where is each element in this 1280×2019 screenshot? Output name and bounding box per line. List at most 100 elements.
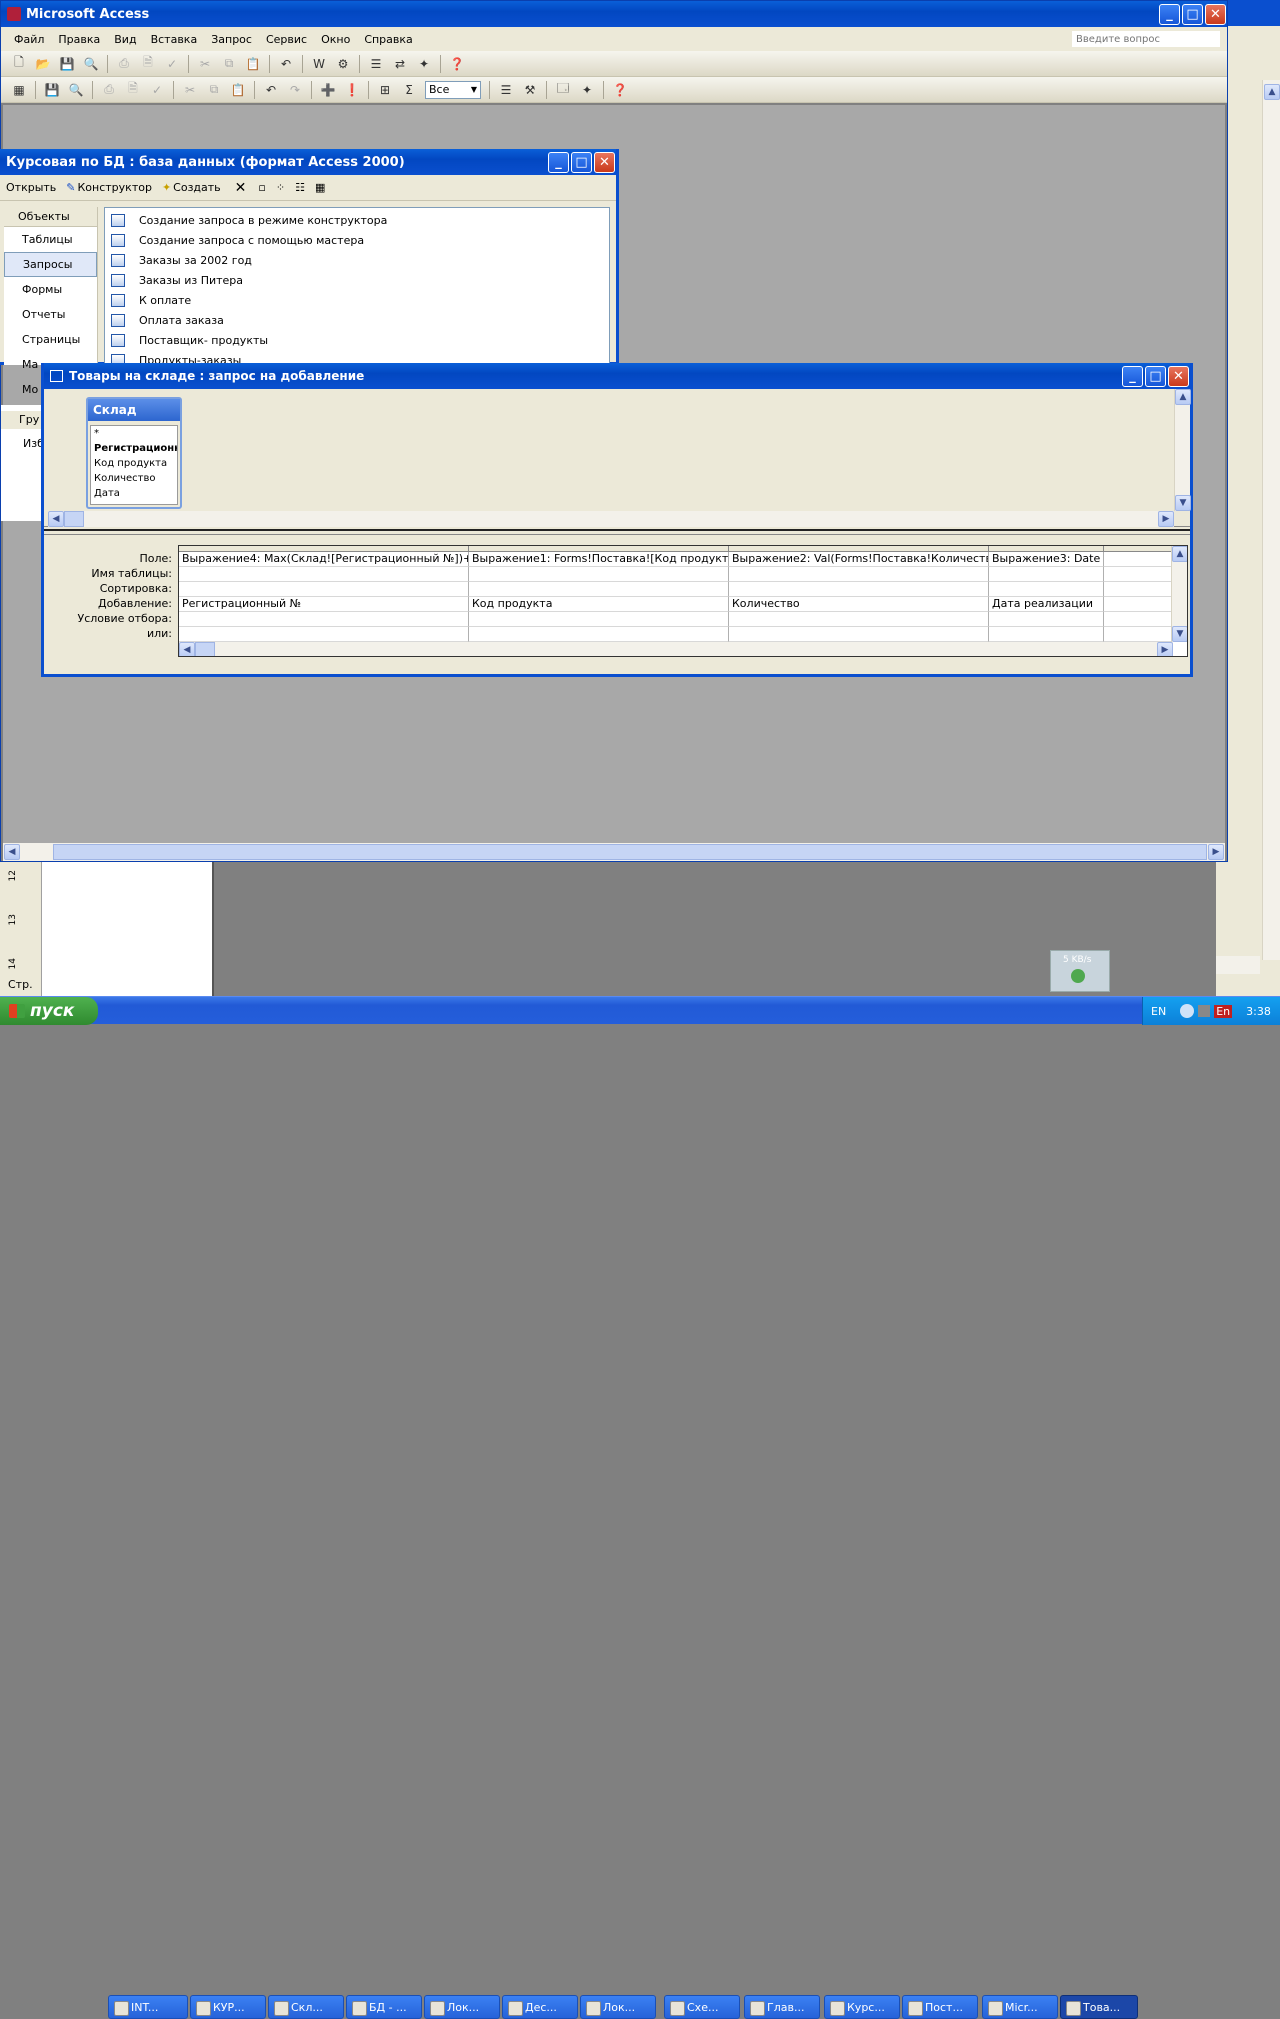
- show-table-icon[interactable]: ⊞: [375, 80, 395, 100]
- top-values-select[interactable]: Все ▼: [425, 80, 481, 99]
- spelling-icon[interactable]: ✓: [147, 80, 167, 100]
- objects-pages[interactable]: Страницы: [4, 327, 97, 352]
- paste-icon[interactable]: 📋: [228, 80, 248, 100]
- open-icon[interactable]: 📂: [33, 54, 53, 74]
- groups-favorites[interactable]: Изб: [1, 437, 44, 450]
- database-window-titlebar[interactable]: Курсовая по БД : база данных (формат Acc…: [0, 149, 616, 175]
- help-icon[interactable]: ❓: [447, 54, 467, 74]
- list-icon[interactable]: ☷: [295, 181, 305, 194]
- large-icons-icon[interactable]: ▫: [258, 181, 265, 194]
- col-selector[interactable]: [179, 546, 469, 551]
- table-cell[interactable]: [989, 567, 1104, 582]
- view-icon[interactable]: ▦: [9, 80, 29, 100]
- objects-reports[interactable]: Отчеты: [4, 302, 97, 327]
- preview-icon[interactable]: 🗎: [123, 80, 143, 100]
- field-cell[interactable]: Выражение1: Forms!Поставка![Код продукта…: [469, 552, 729, 567]
- objects-tables[interactable]: Таблицы: [4, 227, 97, 252]
- menu-window[interactable]: Окно: [314, 33, 357, 46]
- scroll-down-arrow[interactable]: ▼: [1172, 626, 1187, 642]
- scroll-left-arrow[interactable]: ◀: [179, 642, 195, 656]
- or-cell[interactable]: [729, 627, 989, 642]
- table-pane-vscroll[interactable]: ▲ ▼: [1174, 389, 1191, 511]
- tray-back-icon[interactable]: [1180, 1004, 1195, 1018]
- bg-right-hscroll[interactable]: [1216, 956, 1260, 974]
- taskbar-item[interactable]: Лок...: [424, 1995, 500, 2019]
- properties-icon[interactable]: ☰: [366, 54, 386, 74]
- cut-icon[interactable]: ✂: [195, 54, 215, 74]
- query-item[interactable]: Поставщик- продукты: [105, 330, 609, 350]
- field-reg-no[interactable]: Регистрационнь: [94, 441, 177, 456]
- details-icon[interactable]: ▦: [315, 181, 325, 194]
- sort-cell[interactable]: [1104, 582, 1174, 597]
- tray-sound-icon[interactable]: [1198, 1005, 1211, 1017]
- help-icon[interactable]: ❓: [610, 80, 630, 100]
- menu-edit[interactable]: Правка: [51, 33, 107, 46]
- bg-right-scrollbar[interactable]: ▲: [1262, 80, 1280, 960]
- scroll-thumb[interactable]: [53, 844, 1207, 860]
- taskbar-item[interactable]: КУР...: [190, 1995, 266, 2019]
- criteria-cell[interactable]: [1104, 612, 1174, 627]
- scroll-down-arrow[interactable]: ▼: [1175, 495, 1191, 511]
- taskbar-item-active[interactable]: Това...: [1060, 1995, 1138, 2019]
- table-cell[interactable]: [729, 567, 989, 582]
- field-all[interactable]: *: [94, 426, 177, 441]
- small-icons-icon[interactable]: ⁘: [276, 181, 285, 194]
- qbe-vscroll[interactable]: ▲ ▼: [1171, 546, 1187, 642]
- db-close-button[interactable]: ✕: [594, 152, 615, 173]
- scroll-left-arrow[interactable]: ◀: [48, 511, 64, 527]
- table-cell[interactable]: [469, 567, 729, 582]
- col-selector[interactable]: [1104, 546, 1174, 551]
- new-icon[interactable]: 🗋: [9, 54, 29, 74]
- or-cell[interactable]: [989, 627, 1104, 642]
- or-cell[interactable]: [469, 627, 729, 642]
- undo-icon[interactable]: ↶: [261, 80, 281, 100]
- scroll-up-arrow[interactable]: ▲: [1175, 389, 1191, 405]
- run-icon[interactable]: ❗: [342, 80, 362, 100]
- design-button[interactable]: Конструктор: [78, 181, 152, 194]
- field-cell[interactable]: Выражение3: Date: [989, 552, 1104, 567]
- table-cell[interactable]: [1104, 567, 1174, 582]
- relationships-icon[interactable]: ⇄: [390, 54, 410, 74]
- taskbar-item[interactable]: БД - ...: [346, 1995, 422, 2019]
- copy-icon[interactable]: ⧉: [204, 80, 224, 100]
- or-cell[interactable]: [1104, 627, 1174, 642]
- db-maximize-button[interactable]: □: [571, 152, 592, 173]
- col-selector[interactable]: [729, 546, 989, 551]
- field-cell[interactable]: [1104, 552, 1174, 567]
- append-cell[interactable]: Количество: [729, 597, 989, 612]
- taskbar-item[interactable]: Скл...: [268, 1995, 344, 2019]
- cut-icon[interactable]: ✂: [180, 80, 200, 100]
- totals-icon[interactable]: Σ: [399, 80, 419, 100]
- query-item[interactable]: К оплате: [105, 290, 609, 310]
- create-button[interactable]: Создать: [173, 181, 221, 194]
- paste-icon[interactable]: 📋: [243, 54, 263, 74]
- table-cell[interactable]: [179, 567, 469, 582]
- maximize-button[interactable]: □: [1182, 4, 1203, 25]
- criteria-cell[interactable]: [729, 612, 989, 627]
- close-button[interactable]: ✕: [1205, 4, 1226, 25]
- access-titlebar[interactable]: Microsoft Access _ □ ✕: [1, 1, 1227, 27]
- save-icon[interactable]: 💾: [42, 80, 62, 100]
- scroll-right-arrow[interactable]: ▶: [1157, 642, 1173, 656]
- taskbar-item[interactable]: Схе...: [664, 1995, 740, 2019]
- append-cell[interactable]: Дата реализации: [989, 597, 1104, 612]
- spelling-icon[interactable]: ✓: [162, 54, 182, 74]
- taskbar-item[interactable]: Курс...: [824, 1995, 900, 2019]
- db-minimize-button[interactable]: _: [548, 152, 569, 173]
- scroll-right-arrow[interactable]: ▶: [1158, 511, 1174, 527]
- clock[interactable]: 3:38: [1246, 1005, 1271, 1018]
- pane-splitter[interactable]: [44, 529, 1190, 535]
- qbe-hscroll[interactable]: ◀ ▶: [179, 642, 1173, 656]
- properties-icon[interactable]: ☰: [496, 80, 516, 100]
- query-item[interactable]: Создание запроса с помощью мастера: [105, 230, 609, 250]
- search-file-icon[interactable]: 🔍: [81, 54, 101, 74]
- taskbar-item[interactable]: INT...: [108, 1995, 188, 2019]
- new-object-icon[interactable]: ✦: [414, 54, 434, 74]
- minimize-button[interactable]: _: [1159, 4, 1180, 25]
- print-icon[interactable]: ⎙: [99, 80, 119, 100]
- preview-icon[interactable]: 🗎: [138, 54, 158, 74]
- language-indicator[interactable]: EN: [1151, 1005, 1166, 1018]
- database-window-icon[interactable]: 🗔: [553, 80, 573, 100]
- objects-queries[interactable]: Запросы: [4, 252, 97, 277]
- query-close-button[interactable]: ✕: [1168, 366, 1189, 387]
